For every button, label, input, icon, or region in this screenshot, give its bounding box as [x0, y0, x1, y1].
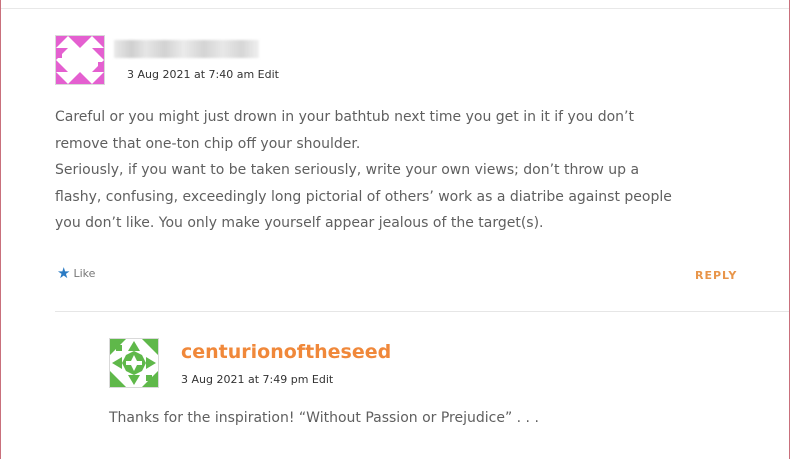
- reply-button[interactable]: REPLY: [695, 269, 737, 282]
- reply-date-link[interactable]: 3 Aug 2021 at 7:49 pm: [181, 373, 308, 386]
- reply-author-name[interactable]: centurionoftheseed: [181, 341, 391, 363]
- comment-meta: 3 Aug 2021 at 7:40 am Edit: [127, 68, 279, 81]
- page-border-right: [789, 0, 790, 459]
- edit-link[interactable]: Edit: [258, 68, 279, 81]
- like-label: Like: [73, 267, 96, 280]
- comment-body: Careful or you might just drown in your …: [55, 104, 675, 237]
- star-icon: ★: [57, 264, 71, 282]
- reply-body: Thanks for the inspiration! “Without Pas…: [109, 410, 539, 426]
- reply-divider: [55, 311, 789, 312]
- comment-paragraph: Seriously, if you want to be taken serio…: [55, 162, 672, 231]
- commenter-name-blurred: [114, 40, 259, 58]
- page-border-left: [0, 0, 1, 459]
- author-avatar[interactable]: [109, 338, 159, 388]
- reply-edit-link[interactable]: Edit: [312, 373, 333, 386]
- commenter-avatar[interactable]: [55, 35, 105, 85]
- like-button[interactable]: ★ Like: [57, 266, 95, 281]
- comment-paragraph: Careful or you might just drown in your …: [55, 109, 634, 152]
- top-divider: [1, 8, 789, 9]
- reply-meta: 3 Aug 2021 at 7:49 pm Edit: [181, 373, 333, 386]
- comment-date-link[interactable]: 3 Aug 2021 at 7:40 am: [127, 68, 254, 81]
